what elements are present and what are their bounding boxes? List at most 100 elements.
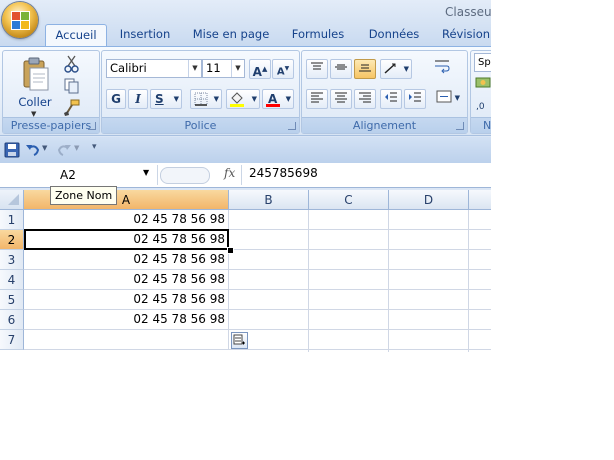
paste-label: Coller <box>18 95 52 109</box>
format-painter-icon <box>64 99 80 116</box>
decimal-button[interactable]: ,0 <box>475 97 491 113</box>
row-header-1[interactable]: 1 <box>0 210 24 230</box>
align-middle-button[interactable] <box>330 59 352 79</box>
redo-button[interactable] <box>56 142 72 158</box>
row-header-2[interactable]: 2 <box>0 230 24 250</box>
active-cell-border <box>24 229 229 250</box>
office-button[interactable] <box>2 2 38 38</box>
tab-revision[interactable]: Révision <box>436 24 491 46</box>
increase-indent-button[interactable] <box>404 89 426 109</box>
align-center-button[interactable] <box>330 89 352 109</box>
tab-donnees[interactable]: Données <box>360 24 428 46</box>
cell-a5[interactable]: 02 45 78 56 98 <box>24 290 229 310</box>
clipboard-launcher[interactable] <box>88 122 96 130</box>
row-header-4[interactable]: 4 <box>0 270 24 290</box>
copy-button[interactable] <box>63 77 81 95</box>
wrap-text-button[interactable] <box>430 57 454 81</box>
align-bottom-button[interactable] <box>354 59 376 79</box>
tab-insertion[interactable]: Insertion <box>112 24 178 46</box>
font-color-button[interactable]: A ▼ <box>262 89 294 109</box>
column-header-d[interactable]: D <box>389 190 469 210</box>
formula-input[interactable]: 245785698 <box>249 166 318 180</box>
merge-center-button[interactable]: ▼ <box>430 89 460 109</box>
alignment-group: ▼ ▼ Alignement <box>301 50 468 134</box>
column-header-c[interactable]: C <box>309 190 389 210</box>
formula-divider <box>241 165 242 185</box>
row-header-5[interactable]: 5 <box>0 290 24 310</box>
cell-a6[interactable]: 02 45 78 56 98 <box>24 310 229 330</box>
chevron-down-icon[interactable]: ▼ <box>143 168 149 177</box>
row-header-7[interactable]: 7 <box>0 330 24 350</box>
chevron-down-icon: ▼ <box>251 95 257 103</box>
paste-options-button[interactable] <box>231 332 248 349</box>
orientation-button[interactable]: ▼ <box>380 59 412 79</box>
cell-a7[interactable] <box>24 330 229 350</box>
align-right-button[interactable] <box>354 89 376 109</box>
chevron-down-icon[interactable]: ▼ <box>42 144 47 152</box>
font-name-combo[interactable]: Calibri ▼ <box>106 59 202 78</box>
tab-mise-en-page[interactable]: Mise en page <box>186 24 276 46</box>
align-bottom-icon <box>359 64 371 72</box>
decrease-indent-icon <box>385 92 397 102</box>
decrease-indent-button[interactable] <box>380 89 402 109</box>
wrap-text-icon <box>435 60 450 74</box>
paste-button[interactable]: Coller ▼ <box>17 57 53 118</box>
empty-cells[interactable] <box>229 210 491 352</box>
font-group-label: Police <box>102 117 299 133</box>
formula-bar-handle[interactable] <box>160 167 210 184</box>
copy-icon <box>64 78 79 94</box>
align-top-icon <box>311 62 323 70</box>
undo-icon <box>26 145 40 156</box>
chevron-down-icon: ▼ <box>285 95 291 103</box>
fill-color-button[interactable]: ▼ <box>226 89 260 109</box>
tab-accueil[interactable]: Accueil <box>45 24 107 47</box>
number-format-combo[interactable]: Spe <box>474 53 491 72</box>
corner-triangle-icon <box>7 194 19 205</box>
underline-button[interactable]: S ▼ <box>150 89 182 109</box>
chevron-down-icon[interactable]: ▼ <box>74 144 79 152</box>
font-size-combo[interactable]: 11 ▼ <box>202 59 245 78</box>
tab-formules[interactable]: Formules <box>283 24 353 46</box>
paste-options-icon <box>233 334 245 345</box>
grow-font-button[interactable]: A▲ <box>249 59 271 79</box>
clipboard-group: Coller ▼ Presse-papiers <box>2 50 100 134</box>
chevron-down-icon: ▼ <box>173 95 179 103</box>
align-left-button[interactable] <box>306 89 328 109</box>
name-box[interactable]: A2 <box>0 165 158 185</box>
cell-a1[interactable]: 02 45 78 56 98 <box>24 210 229 230</box>
shrink-font-button[interactable]: A▼ <box>272 59 294 79</box>
select-all-corner[interactable] <box>0 190 24 210</box>
save-button[interactable] <box>4 142 20 158</box>
undo-button[interactable] <box>25 142 41 158</box>
chevron-down-icon: ▼ <box>454 94 460 102</box>
bold-button[interactable]: G <box>106 89 126 109</box>
number-group: Spe ,0 N <box>470 50 491 134</box>
align-top-button[interactable] <box>306 59 328 79</box>
row-header-6[interactable]: 6 <box>0 310 24 330</box>
currency-format-button[interactable] <box>475 75 491 91</box>
insert-function-button[interactable]: fx <box>224 166 235 180</box>
orientation-icon <box>384 63 396 74</box>
merge-center-icon <box>436 90 452 103</box>
cut-button[interactable] <box>63 55 81 73</box>
fill-handle[interactable] <box>227 247 234 254</box>
redo-icon <box>57 145 71 156</box>
currency-icon <box>475 77 491 88</box>
column-header-e[interactable] <box>469 190 491 210</box>
customize-qat-button[interactable]: ▾ <box>92 142 97 152</box>
chevron-down-icon[interactable]: ▼ <box>231 60 244 77</box>
cell-a4[interactable]: 02 45 78 56 98 <box>24 270 229 290</box>
chevron-down-icon[interactable]: ▼ <box>188 60 201 77</box>
font-group: Calibri ▼ 11 ▼ A▲ A▼ G I S ▼ ▼ ▼ A ▼ Pol… <box>101 50 300 134</box>
align-center-icon <box>335 92 347 103</box>
font-launcher[interactable] <box>288 122 296 130</box>
column-header-b[interactable]: B <box>229 190 309 210</box>
format-painter-button[interactable] <box>63 99 81 117</box>
increase-indent-icon <box>409 92 421 102</box>
fill-bucket-icon <box>230 92 244 107</box>
cell-a3[interactable]: 02 45 78 56 98 <box>24 250 229 270</box>
italic-button[interactable]: I <box>128 89 148 109</box>
alignment-launcher[interactable] <box>456 122 464 130</box>
row-header-3[interactable]: 3 <box>0 250 24 270</box>
borders-button[interactable]: ▼ <box>190 89 222 109</box>
